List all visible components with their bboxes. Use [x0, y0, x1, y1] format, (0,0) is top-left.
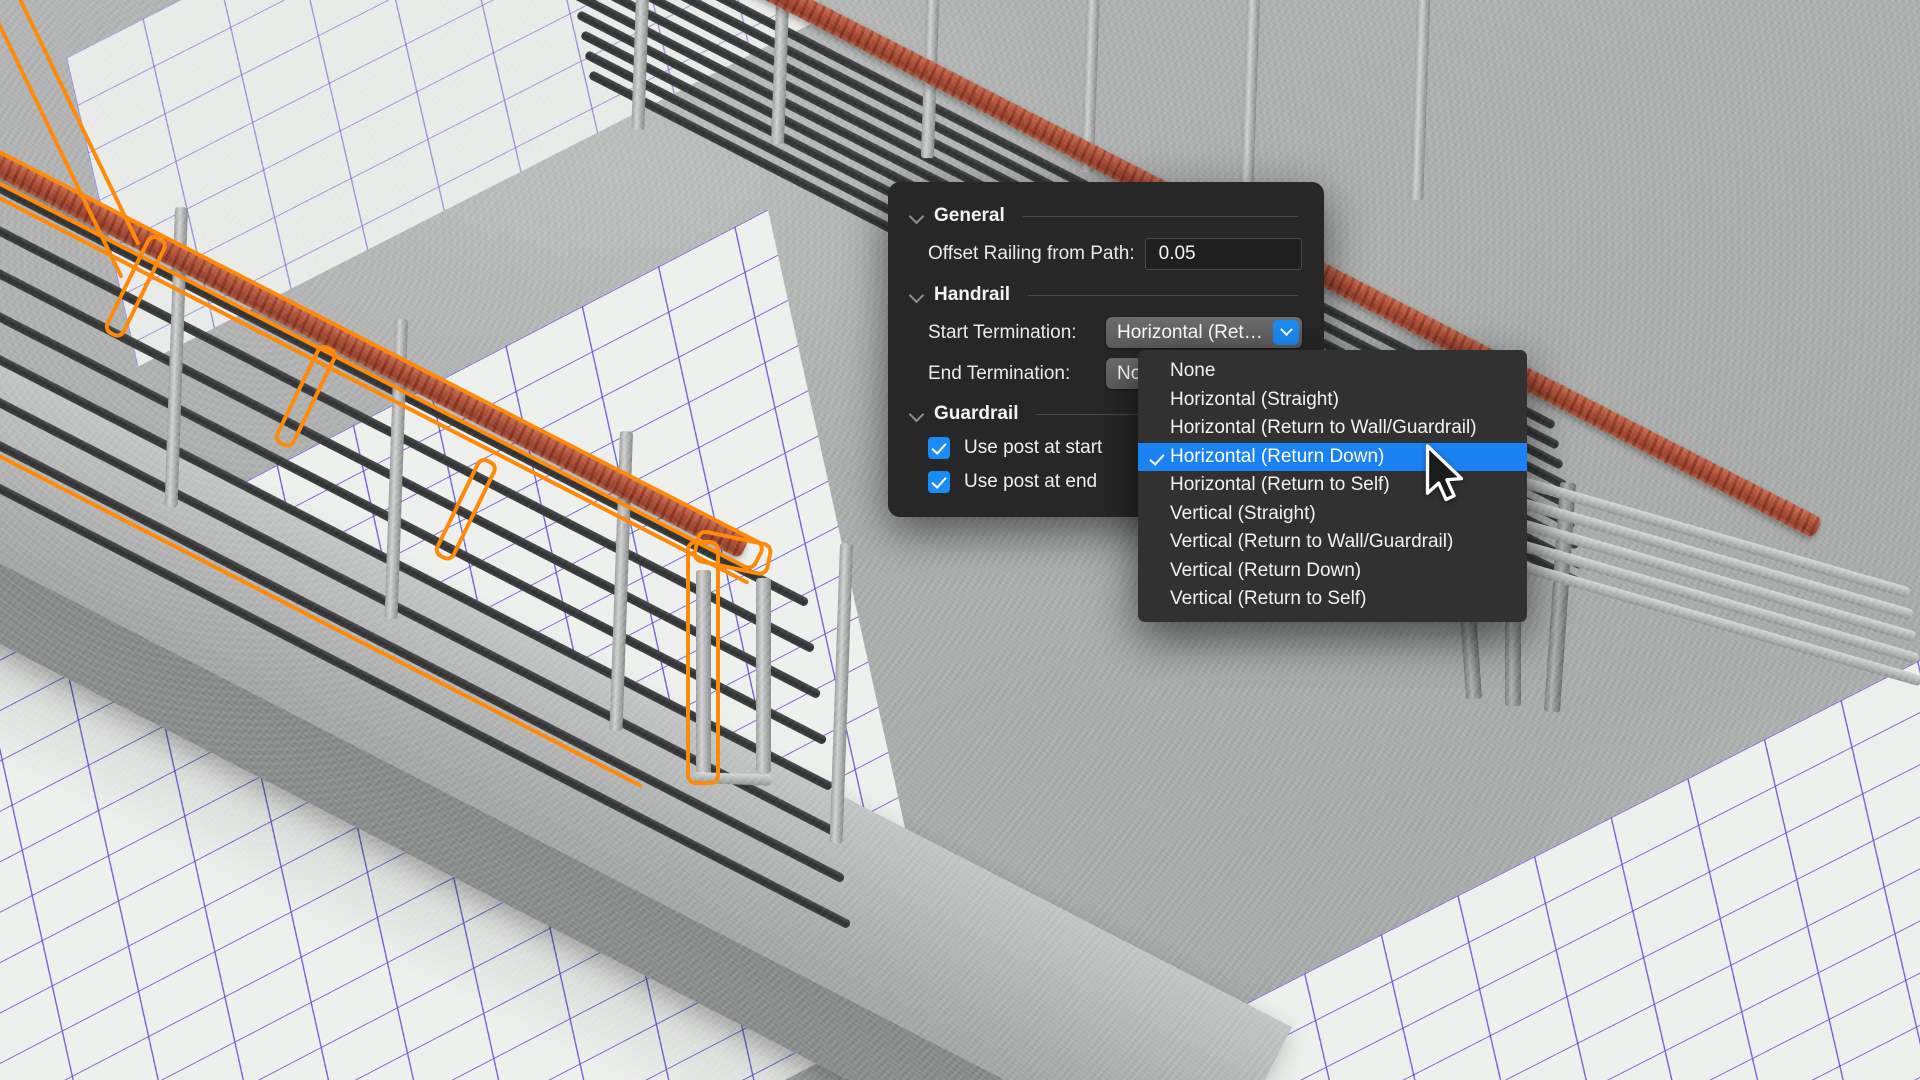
menu-item-tick-slot [1148, 357, 1170, 386]
menu-item[interactable]: Horizontal (Return Down) [1138, 443, 1527, 472]
selection-highlight [0, 0, 1920, 1080]
menu-item-label: Vertical (Return to Self) [1170, 588, 1366, 610]
menu-item-tick-slot [1148, 557, 1170, 586]
menu-item[interactable]: Horizontal (Straight) [1138, 386, 1527, 415]
menu-item-label: Horizontal (Return Down) [1170, 446, 1384, 468]
handrail-return-edge [6, 0, 140, 246]
menu-item-label: Horizontal (Straight) [1170, 389, 1339, 411]
menu-item[interactable]: Vertical (Straight) [1138, 500, 1527, 529]
menu-item-tick-slot [1148, 414, 1170, 443]
handrail-selection-outline [0, 0, 767, 573]
handrail-return-top-outline [691, 528, 774, 577]
handrail-return-edge [0, 0, 124, 279]
handrail-bracket-outline [272, 342, 340, 451]
check-icon [1148, 443, 1170, 472]
start-termination-dropdown-menu[interactable]: None Horizontal (Straight) Horizontal (Ret… [1138, 350, 1527, 622]
handrail-selection-edge [0, 42, 750, 585]
3d-viewport[interactable] [0, 0, 1920, 1080]
menu-item-tick-slot [1148, 500, 1170, 529]
menu-item-label: Horizontal (Return to Wall/Guardrail) [1170, 417, 1477, 439]
menu-item[interactable]: Horizontal (Return to Wall/Guardrail) [1138, 414, 1527, 443]
handrail-return-down-outline [686, 540, 720, 785]
menu-item-label: Horizontal (Return to Self) [1170, 474, 1390, 496]
menu-item-label: Vertical (Straight) [1170, 503, 1316, 525]
menu-item-tick-slot [1148, 585, 1170, 614]
menu-item-tick-slot [1148, 471, 1170, 500]
screen: General Offset Railing from Path: 0.05 H… [0, 0, 1920, 1080]
menu-item[interactable]: Vertical (Return Down) [1138, 557, 1527, 586]
menu-item[interactable]: None [1138, 357, 1527, 386]
handrail-bracket-outline [102, 232, 170, 341]
menu-item-label: Vertical (Return to Wall/Guardrail) [1170, 531, 1453, 553]
menu-item[interactable]: Vertical (Return to Wall/Guardrail) [1138, 528, 1527, 557]
handrail-bracket-outline [432, 455, 500, 564]
handrail-selection-edge [0, 300, 643, 788]
menu-item-tick-slot [1148, 528, 1170, 557]
menu-item[interactable]: Vertical (Return to Self) [1138, 585, 1527, 614]
menu-item-label: Vertical (Return Down) [1170, 560, 1361, 582]
menu-item[interactable]: Horizontal (Return to Self) [1138, 471, 1527, 500]
menu-item-label: None [1170, 360, 1215, 382]
menu-item-tick-slot [1148, 386, 1170, 415]
